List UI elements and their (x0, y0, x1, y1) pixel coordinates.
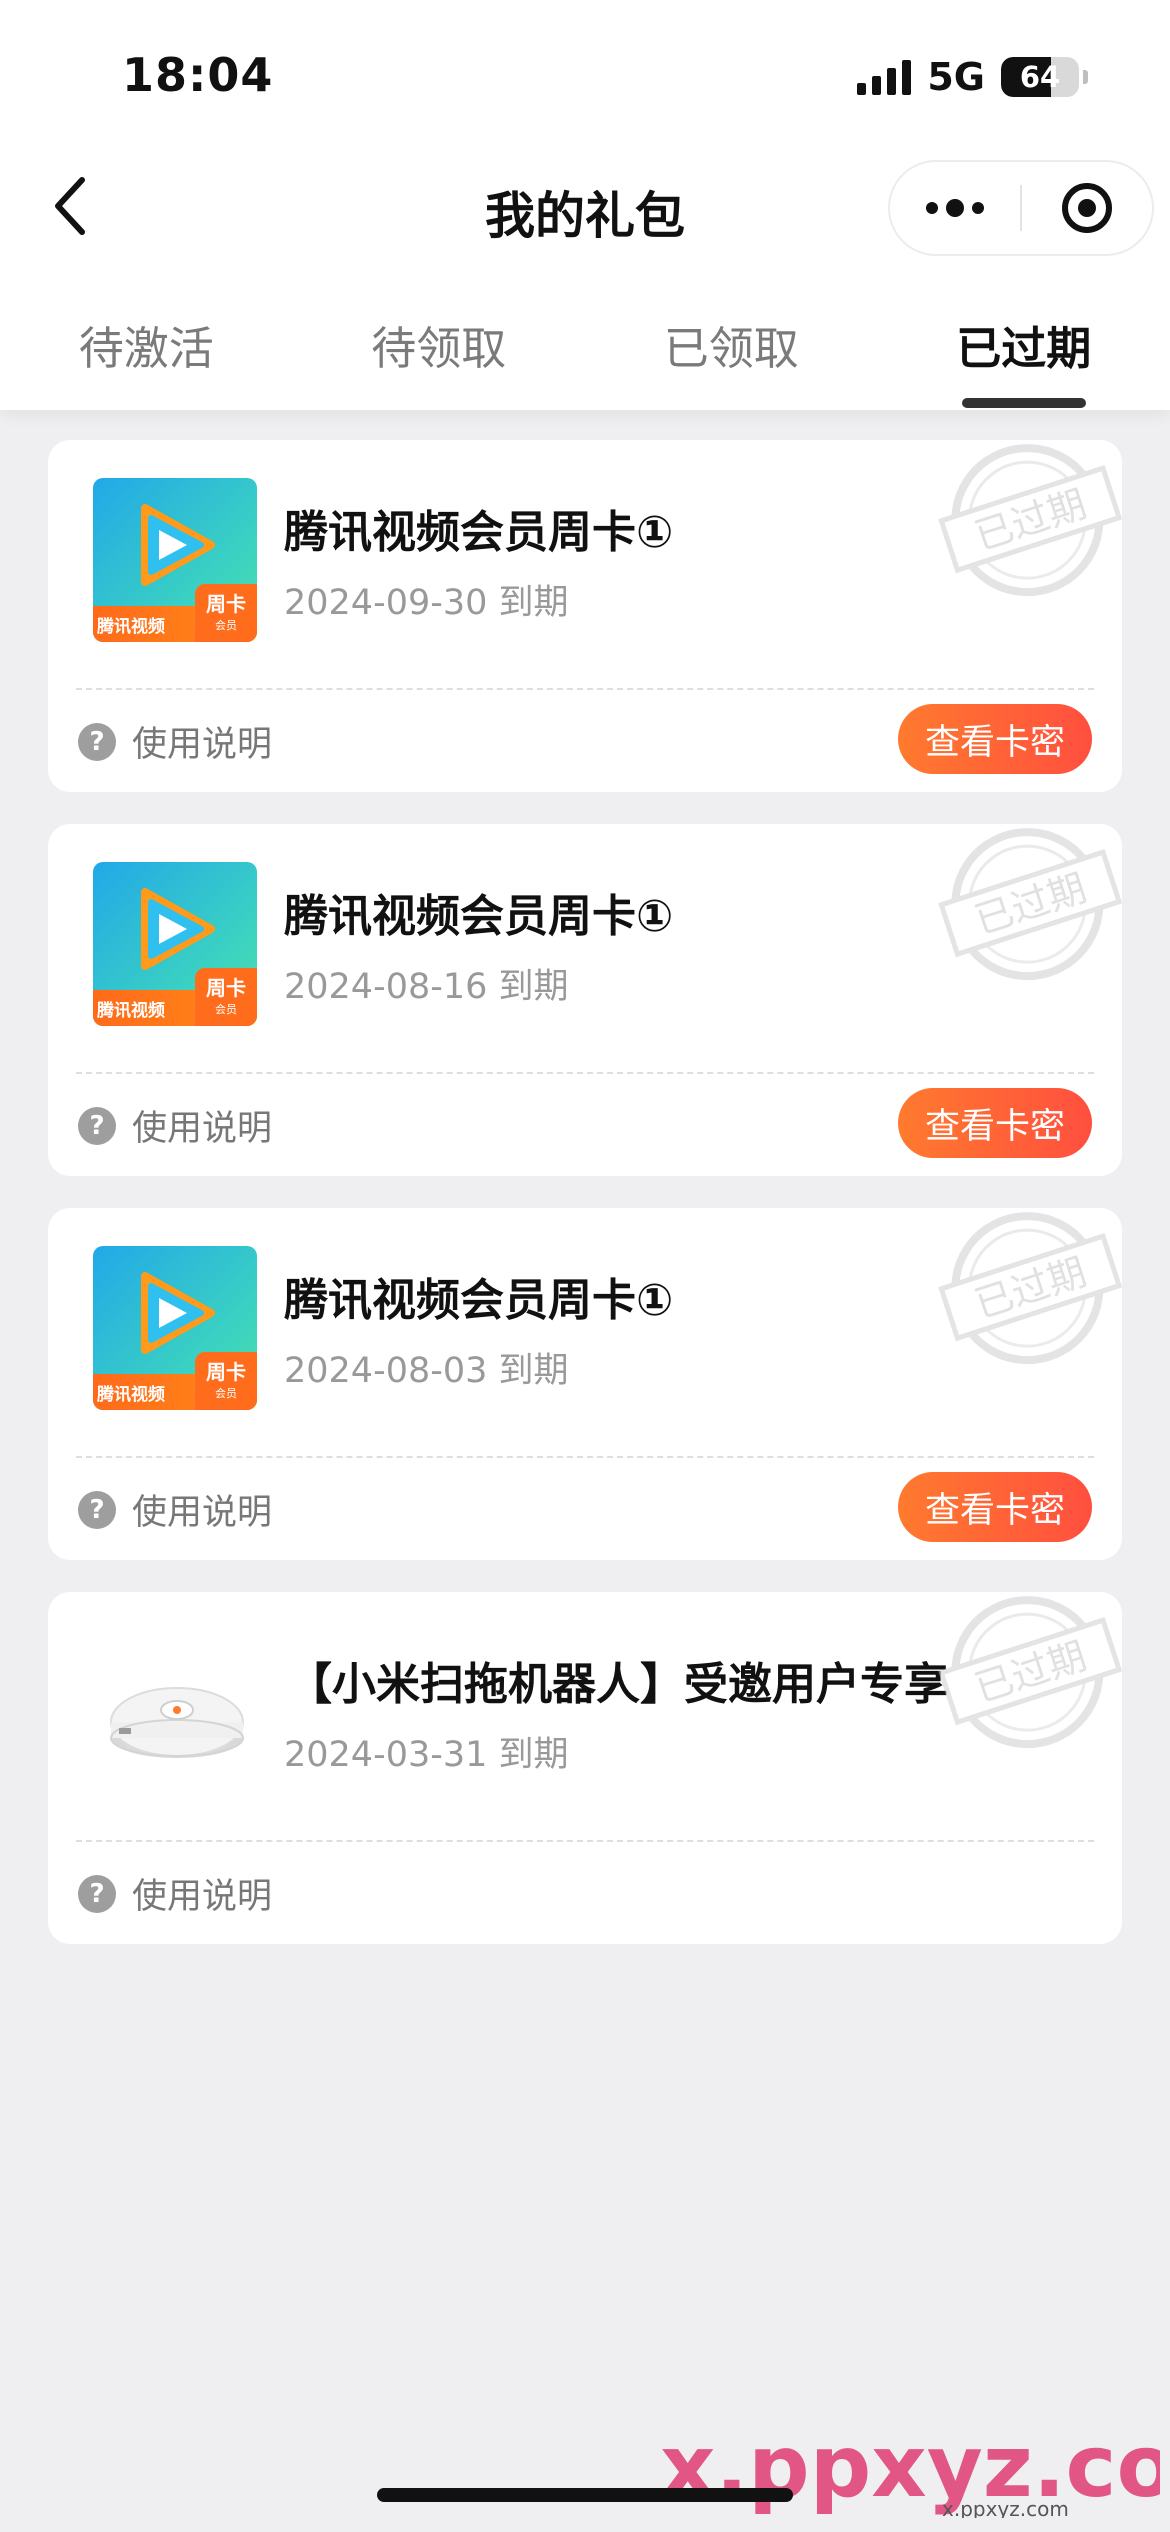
status-indicators: 5G 64 (857, 52, 1088, 102)
mini-program-capsule (888, 160, 1154, 256)
thumb-brand-text: 腾讯视频 (97, 1384, 165, 1405)
view-card-code-button[interactable]: 查看卡密 (898, 1088, 1092, 1158)
gift-expiry-date: 2024-08-03 到期 (284, 1351, 569, 1391)
thumb-badge-sub: 会员 (215, 1387, 237, 1400)
robot-vacuum-thumbnail (93, 1630, 257, 1794)
status-time: 18:04 (122, 48, 274, 102)
gift-card[interactable]: 腾讯视频 周卡会员 腾讯视频会员周卡① 2024-08-03 到期 已过期 ? … (48, 1208, 1122, 1560)
thumb-week-badge: 周卡 会员 (195, 1352, 257, 1410)
thumb-badge-sub: 会员 (215, 619, 237, 632)
question-icon: ? (78, 1874, 116, 1913)
tab-claimed[interactable]: 已领取 (585, 300, 878, 410)
tencent-video-thumbnail: 腾讯视频 周卡会员 (93, 862, 257, 1026)
close-button[interactable] (1022, 162, 1152, 254)
expired-stamp-icon: 已过期 (938, 1596, 1122, 1749)
screen: 18:04 5G 64 我的礼包 待激活 待领取 已领取 已过期 腾讯视频 周卡… (0, 0, 1170, 2532)
signal-icon (857, 59, 912, 95)
card-divider (76, 688, 1094, 690)
usage-instructions-link[interactable]: ? 使用说明 (78, 1100, 272, 1151)
tencent-video-logo-icon (141, 1272, 215, 1354)
card-divider (76, 1840, 1094, 1842)
usage-instructions-link[interactable]: ? 使用说明 (78, 1868, 272, 1919)
card-divider (76, 1456, 1094, 1458)
battery-icon: 64 (1001, 57, 1079, 97)
more-dot-right (972, 202, 984, 214)
tencent-video-logo-icon (141, 504, 215, 586)
usage-instructions-label: 使用说明 (132, 725, 273, 765)
thumb-week-badge: 周卡 会员 (195, 968, 257, 1026)
gift-title: 【小米扫拖机器人】受邀用户专享 (288, 1659, 948, 1710)
tencent-video-thumbnail: 腾讯视频 周卡会员 (93, 478, 257, 642)
thumb-brand-text: 腾讯视频 (97, 1000, 165, 1021)
usage-instructions-label: 使用说明 (132, 1877, 273, 1917)
thumb-week-badge: 周卡 会员 (195, 584, 257, 642)
gift-expiry-date: 2024-09-30 到期 (284, 583, 569, 623)
tab-pending-claim[interactable]: 待领取 (293, 300, 586, 410)
question-icon: ? (78, 1490, 116, 1529)
watermark-subtext: x.ppxyz.com (942, 2497, 1069, 2518)
robot-vacuum-icon (110, 1687, 244, 1758)
usage-instructions-link[interactable]: ? 使用说明 (78, 1484, 272, 1535)
gift-title: 腾讯视频会员周卡① (284, 891, 674, 942)
network-type: 5G (927, 55, 985, 99)
gift-expiry-date: 2024-08-16 到期 (284, 967, 569, 1007)
gift-list: 腾讯视频 周卡 会员 腾讯视频会员周卡① 2024-09-30 到期 已过期 ? … (48, 440, 1122, 1976)
thumb-badge-text: 周卡 (206, 976, 246, 1000)
home-indicator (377, 2488, 793, 2502)
thumb-brand-text: 腾讯视频 (97, 616, 165, 637)
usage-instructions-link[interactable]: ? 使用说明 (78, 716, 272, 767)
watermark-text: x.ppxyz.com (660, 2417, 1160, 2517)
expired-stamp-icon: 已过期 (938, 444, 1122, 597)
usage-instructions-label: 使用说明 (132, 1109, 273, 1149)
expired-stamp-icon: 已过期 (938, 828, 1122, 981)
battery-tip (1083, 70, 1088, 84)
card-divider (76, 1072, 1094, 1074)
more-dot-center (946, 199, 964, 217)
gift-card[interactable]: 腾讯视频 周卡会员 腾讯视频会员周卡① 2024-09-30 到期 已过期 ? … (48, 440, 1122, 792)
gift-title: 腾讯视频会员周卡① (284, 507, 674, 558)
target-circle-icon (1061, 183, 1112, 233)
top-bar: 18:04 5G 64 我的礼包 待激活 待领取 已领取 已过期 (0, 0, 1170, 410)
more-dots-icon (926, 202, 938, 214)
tencent-video-logo-icon (141, 888, 215, 970)
tab-pending-activation[interactable]: 待激活 (0, 300, 293, 410)
thumb-badge-text: 周卡 (206, 592, 246, 616)
thumb-badge-text: 周卡 (206, 1360, 246, 1384)
battery-level: 64 (1019, 60, 1061, 94)
gift-card[interactable]: 【小米扫拖机器人】受邀用户专享 2024-03-31 到期 已过期 ? 使用说明 (48, 1592, 1122, 1944)
more-button[interactable] (890, 162, 1020, 254)
tab-expired[interactable]: 已过期 (878, 300, 1170, 410)
view-card-code-button[interactable]: 查看卡密 (898, 1472, 1092, 1542)
usage-instructions-label: 使用说明 (132, 1493, 273, 1533)
gift-title: 腾讯视频会员周卡① (284, 1275, 674, 1326)
view-card-code-button[interactable]: 查看卡密 (898, 704, 1092, 774)
tencent-video-thumbnail: 腾讯视频 周卡会员 (93, 1246, 257, 1410)
expired-stamp-icon: 已过期 (938, 1212, 1122, 1365)
tab-bar: 待激活 待领取 已领取 已过期 (0, 300, 1170, 410)
thumb-badge-sub: 会员 (215, 1003, 237, 1016)
gift-card[interactable]: 腾讯视频 周卡会员 腾讯视频会员周卡① 2024-08-16 到期 已过期 ? … (48, 824, 1122, 1176)
gift-expiry-date: 2024-03-31 到期 (284, 1735, 569, 1775)
question-icon: ? (78, 1106, 116, 1145)
question-icon: ? (78, 722, 116, 761)
